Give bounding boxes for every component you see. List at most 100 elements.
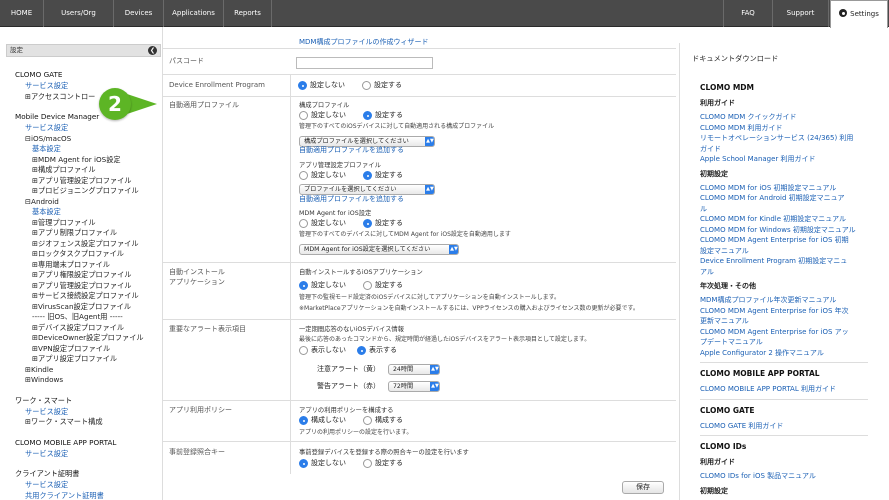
sidebar-item[interactable]: ⊞DeviceOwner設定プロファイル bbox=[32, 333, 144, 342]
document-link[interactable]: CLOMO MDM for Kindle 初期設定マニュアル bbox=[700, 214, 846, 224]
appmgmt-add-link[interactable]: 自動適用プロファイルを追加する bbox=[299, 195, 404, 204]
document-link[interactable]: Device Enrollment Program 初期設定マニュ bbox=[700, 256, 847, 266]
appmgmt-profile-select-value: プロファイルを選択してください bbox=[304, 186, 397, 193]
sidebar-item[interactable]: ⊞アプリ設定プロファイル bbox=[32, 354, 117, 363]
config-description: 管理下のすべてのiOSデバイスに対して自動適用される構成プロファイル bbox=[299, 123, 495, 130]
alert-red-label: 警告アラート（赤） bbox=[317, 382, 380, 390]
appmgmt-radio-off[interactable] bbox=[299, 171, 308, 180]
document-link[interactable]: リモートオペレーションサービス (24/365) 利用 bbox=[700, 133, 853, 143]
alert-radio-show[interactable] bbox=[357, 346, 366, 355]
prereg-radio-off[interactable] bbox=[299, 459, 308, 468]
sidebar-item[interactable]: ⊞ジオフェンス設定プロファイル bbox=[32, 239, 139, 248]
dep-radio-on[interactable] bbox=[362, 81, 371, 90]
document-link[interactable]: 更新マニュアル bbox=[700, 316, 749, 326]
sidebar-item[interactable]: ⊞アプリ制限プロファイル bbox=[32, 228, 117, 237]
dep-radio-off[interactable] bbox=[298, 81, 307, 90]
nav-home[interactable]: HOME bbox=[0, 0, 44, 27]
profile-wizard-link[interactable]: MDM構成プロファイルの作成ウィザード bbox=[299, 38, 428, 47]
sidebar-item[interactable]: ----- 旧OS、旧Agent用 ----- bbox=[32, 312, 123, 321]
alert-yellow-select[interactable]: 24時間 ▲▼ bbox=[388, 364, 440, 375]
nav-reports[interactable]: Reports bbox=[224, 0, 272, 27]
dep-radio-off-label: 設定しない bbox=[310, 81, 345, 89]
sidebar-item[interactable]: ⊞専用端末プロファイル bbox=[32, 260, 110, 269]
nav-devices[interactable]: Devices bbox=[114, 0, 164, 27]
document-link[interactable]: CLOMO MDM Agent Enterprise for iOS 年次 bbox=[700, 306, 849, 316]
prereg-radio-on[interactable] bbox=[363, 459, 372, 468]
policy-radio-on[interactable] bbox=[363, 416, 372, 425]
appmgmt-radio-on[interactable] bbox=[363, 171, 372, 180]
alert-radio-hide[interactable] bbox=[299, 346, 308, 355]
sidebar-item[interactable]: ⊞アプリ管理設定プロファイル bbox=[32, 281, 131, 290]
sidebar-item[interactable]: ⊞プロビジョニングプロファイル bbox=[32, 186, 139, 195]
sidebar-item[interactable]: ⊞VirusScan設定プロファイル bbox=[32, 302, 131, 311]
sidebar-item[interactable]: 基本設定 bbox=[32, 144, 61, 153]
nav-applications[interactable]: Applications bbox=[164, 0, 224, 27]
sidebar-item[interactable]: ⊞サービス接続設定プロファイル bbox=[32, 291, 139, 300]
sidebar-item[interactable]: サービス設定 bbox=[25, 449, 68, 458]
agent-radio-off[interactable] bbox=[299, 219, 308, 228]
alert-red-select[interactable]: 72時間 ▲▼ bbox=[388, 381, 440, 392]
appmgmt-profile-select[interactable]: プロファイルを選択してください ▲▼ bbox=[299, 184, 435, 195]
save-button[interactable]: 保存 bbox=[622, 481, 664, 494]
auto-install-radio-on[interactable] bbox=[363, 281, 372, 290]
sidebar-item[interactable]: ⊞ワーク・スマート構成 bbox=[25, 417, 103, 426]
document-link[interactable]: CLOMO MDM for Android 初期設定マニュア bbox=[700, 193, 845, 203]
document-link[interactable]: CLOMO MDM Agent Enterprise for iOS 初期 bbox=[700, 235, 849, 245]
nav-settings[interactable]: Settings bbox=[830, 0, 888, 28]
sidebar-item[interactable]: ⊞構成プロファイル bbox=[32, 165, 96, 174]
agent-setting-select[interactable]: MDM Agent for iOS設定を選択してください ▲▼ bbox=[299, 244, 459, 255]
sidebar-item[interactable]: サービス設定 bbox=[25, 81, 68, 90]
document-link[interactable]: ル bbox=[700, 204, 707, 214]
sidebar-item[interactable]: ⊞アクセスコントロー bbox=[25, 92, 95, 101]
annotation-arrow bbox=[127, 94, 157, 114]
document-link[interactable]: CLOMO MDM for Windows 初期設定マニュアル bbox=[700, 225, 856, 235]
document-link[interactable]: CLOMO MDM クイックガイド bbox=[700, 112, 797, 122]
sidebar-item[interactable]: ⊟Android bbox=[25, 197, 59, 206]
sidebar-item[interactable]: 共用クライアント証明書 bbox=[25, 491, 104, 500]
passcode-input[interactable] bbox=[296, 57, 433, 69]
sidebar-item[interactable]: サービス設定 bbox=[25, 407, 68, 416]
sidebar-item[interactable]: ⊞MDM Agent for iOS設定 bbox=[32, 155, 121, 164]
config-add-link[interactable]: 自動適用プロファイルを追加する bbox=[299, 146, 404, 155]
config-profile-select-value: 構成プロファイルを選択してください bbox=[304, 138, 409, 145]
document-link[interactable]: Apple Configurator 2 操作マニュアル bbox=[700, 348, 824, 358]
config-radio-off[interactable] bbox=[299, 111, 308, 120]
document-link[interactable]: CLOMO MDM 利用ガイド bbox=[700, 123, 783, 133]
prereg-radio-off-label: 設定しない bbox=[311, 459, 346, 467]
nav-faq[interactable]: FAQ bbox=[723, 0, 773, 27]
sidebar-item[interactable]: ⊞Windows bbox=[25, 375, 63, 384]
sidebar-item[interactable]: 基本設定 bbox=[32, 207, 61, 216]
document-link[interactable]: プデートマニュアル bbox=[700, 337, 763, 347]
document-link[interactable]: CLOMO MDM Agent Enterprise for iOS アッ bbox=[700, 327, 849, 337]
nav-support[interactable]: Support bbox=[773, 0, 829, 27]
config-radio-on[interactable] bbox=[363, 111, 372, 120]
sidebar-item[interactable]: ⊞Kindle bbox=[25, 365, 53, 374]
sidebar-item[interactable]: ⊟iOS/macOS bbox=[25, 134, 71, 143]
auto-install-radio-off[interactable] bbox=[299, 281, 308, 290]
document-link[interactable]: CLOMO IDs for iOS 製品マニュアル bbox=[700, 471, 816, 481]
sidebar-item[interactable]: サービス設定 bbox=[25, 123, 68, 132]
document-link[interactable]: ガイド bbox=[700, 144, 721, 154]
document-link[interactable]: アル bbox=[700, 267, 714, 277]
sidebar-item[interactable]: ⊞アプリ管理設定プロファイル bbox=[32, 176, 131, 185]
sidebar-section-heading: クライアント証明書 bbox=[15, 469, 80, 478]
nav-users-org[interactable]: Users/Org bbox=[44, 0, 114, 27]
document-link[interactable]: CLOMO MDM for iOS 初期設定マニュアル bbox=[700, 183, 836, 193]
sidebar-section-heading: CLOMO MOBILE APP PORTAL bbox=[15, 437, 117, 447]
sidebar-item[interactable]: ⊞管理プロファイル bbox=[32, 218, 96, 227]
document-link[interactable]: 設定マニュアル bbox=[700, 246, 749, 256]
agent-radio-on[interactable] bbox=[363, 219, 372, 228]
sidebar-item[interactable]: ⊞アプリ権限設定プロファイル bbox=[32, 270, 131, 279]
document-link[interactable]: Apple School Manager 利用ガイド bbox=[700, 154, 816, 164]
divider bbox=[163, 319, 676, 320]
sidebar-item[interactable]: ⊞ロックタスクプロファイル bbox=[32, 249, 124, 258]
sidebar-item[interactable]: ⊞デバイス設定プロファイル bbox=[32, 323, 124, 332]
sidebar-item[interactable]: サービス設定 bbox=[25, 480, 68, 489]
document-link[interactable]: MDM構成プロファイル年次更新マニュアル bbox=[700, 295, 836, 305]
alert-red-value: 72時間 bbox=[393, 383, 414, 390]
collapse-sidebar-icon[interactable]: ❮ bbox=[148, 46, 157, 55]
policy-radio-off[interactable] bbox=[299, 416, 308, 425]
sidebar-item[interactable]: ⊞VPN設定プロファイル bbox=[32, 344, 110, 353]
document-link[interactable]: CLOMO GATE 利用ガイド bbox=[700, 421, 783, 431]
document-link[interactable]: CLOMO MOBILE APP PORTAL 利用ガイド bbox=[700, 384, 836, 394]
